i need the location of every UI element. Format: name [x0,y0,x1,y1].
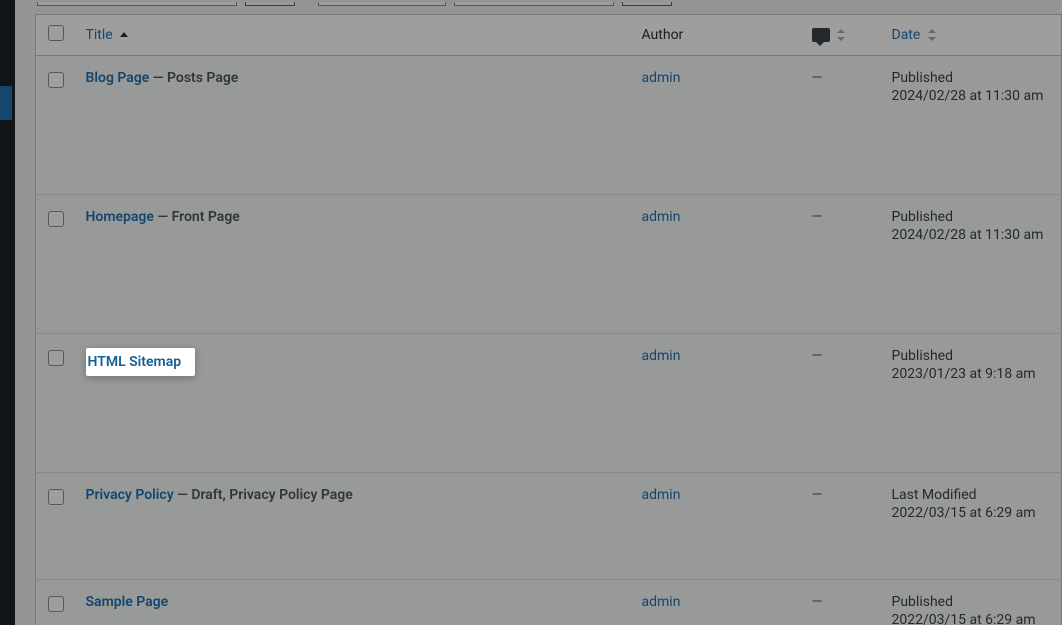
row-comments-cell: — [802,195,882,334]
row-date-cell: Last Modified 2022/03/15 at 6:29 am [882,473,1062,580]
content-area: Title Author Date Blog Pa [15,0,1062,625]
table-header-row: Title Author Date [36,15,1062,56]
date-status: Published [892,594,1052,610]
date-status: Published [892,70,1052,86]
comment-icon [812,28,830,42]
comments-count: — [812,209,823,225]
page-title-link[interactable]: Sample Page [86,594,169,610]
date-header-label: Date [892,27,921,43]
row-comments-cell: — [802,334,882,473]
filters-row [35,0,1062,6]
bulk-action-select[interactable] [37,2,237,6]
row-date-cell: Published 2022/03/15 at 6:29 am [882,580,1062,625]
filter-button[interactable] [622,2,672,6]
page-title-link[interactable]: Privacy Policy [86,487,174,503]
row-title-cell: HTML Sitemap [76,334,632,473]
comments-count: — [812,70,823,86]
row-author-cell: admin [632,195,802,334]
seo-filter-select[interactable] [454,2,614,6]
page-title-link[interactable]: Homepage [86,209,154,225]
sort-dual-icon [837,29,845,41]
page-root: Title Author Date Blog Pa [0,0,1062,625]
row-checkbox[interactable] [48,596,64,612]
date-timestamp: 2022/03/15 at 6:29 am [892,505,1052,521]
date-timestamp: 2024/02/28 at 11:30 am [892,227,1052,243]
page-title-suffix: — Front Page [154,209,240,225]
author-link[interactable]: admin [642,487,681,503]
select-all-checkbox[interactable] [48,25,64,41]
title-header-label: Title [86,27,113,43]
row-title-cell: Privacy Policy — Draft, Privacy Policy P… [76,473,632,580]
row-title-cell: Homepage — Front Page [76,195,632,334]
title-column-header[interactable]: Title [76,15,632,56]
row-title-cell: Blog Page — Posts Page [76,56,632,195]
date-filter-select[interactable] [318,2,446,6]
row-checkbox[interactable] [48,72,64,88]
page-title-link[interactable]: HTML Sitemap [88,354,182,370]
row-author-cell: admin [632,580,802,625]
select-all-header [36,15,76,56]
table-row: HTML Sitemap admin — Published 2023/01/23 at… [36,334,1062,473]
apply-button[interactable] [245,2,295,6]
comments-count: — [812,594,823,610]
comments-count: — [812,348,823,364]
row-comments-cell: — [802,580,882,625]
date-status: Published [892,348,1052,364]
row-checkbox-cell [36,473,76,580]
row-comments-cell: — [802,473,882,580]
date-timestamp: 2024/02/28 at 11:30 am [892,88,1052,104]
sort-dual-icon [928,29,936,41]
author-link[interactable]: admin [642,70,681,86]
author-link[interactable]: admin [642,594,681,610]
comments-column-header[interactable] [802,15,882,56]
row-title-cell: Sample Page [76,580,632,625]
row-author-cell: admin [632,473,802,580]
row-checkbox-cell [36,56,76,195]
row-checkbox-cell [36,580,76,625]
date-status: Published [892,209,1052,225]
date-timestamp: 2022/03/15 at 6:29 am [892,612,1052,625]
table-row: Blog Page — Posts Page admin — Published 202… [36,56,1062,195]
author-link[interactable]: admin [642,348,681,364]
row-date-cell: Published 2024/02/28 at 11:30 am [882,195,1062,334]
row-checkbox[interactable] [48,211,64,227]
table-row: Sample Page admin — Published 2022/03/15 at … [36,580,1062,625]
page-title-suffix: — Posts Page [149,70,238,86]
row-comments-cell: — [802,56,882,195]
highlight-spotlight: HTML Sitemap [86,348,196,376]
highlight-box: HTML Sitemap [86,348,196,376]
row-checkbox[interactable] [48,489,64,505]
row-date-cell: Published 2024/02/28 at 11:30 am [882,56,1062,195]
table-row: Homepage — Front Page admin — Published 2024… [36,195,1062,334]
page-title-link[interactable]: Blog Page [86,70,150,86]
row-author-cell: admin [632,334,802,473]
comments-count: — [812,487,823,503]
date-column-header[interactable]: Date [882,15,1062,56]
date-timestamp: 2023/01/23 at 9:18 am [892,366,1052,382]
table-row: Privacy Policy — Draft, Privacy Policy P… [36,473,1062,580]
collapse-sidebar-tab[interactable] [0,86,12,120]
page-title-suffix: — Draft, Privacy Policy Page [174,487,353,503]
date-status: Last Modified [892,487,1052,503]
row-checkbox-cell [36,195,76,334]
row-checkbox[interactable] [48,350,64,366]
table-body: Blog Page — Posts Page admin — Published 202… [36,56,1062,625]
pages-table: Title Author Date Blog Pa [35,14,1062,625]
sort-asc-icon [120,32,128,37]
row-author-cell: admin [632,56,802,195]
author-column-header: Author [632,15,802,56]
author-link[interactable]: admin [642,209,681,225]
row-checkbox-cell [36,334,76,473]
author-header-label: Author [642,27,684,43]
row-date-cell: Published 2023/01/23 at 9:18 am [882,334,1062,473]
